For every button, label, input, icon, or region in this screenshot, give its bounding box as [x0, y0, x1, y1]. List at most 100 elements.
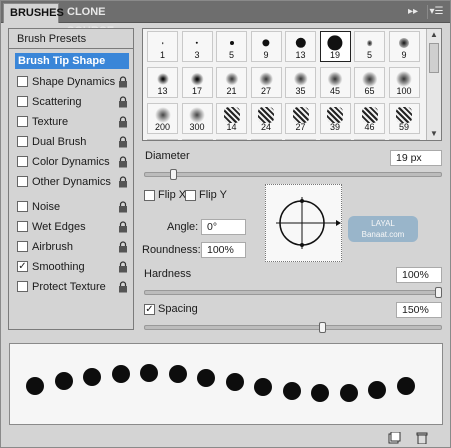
brush-tip-cell[interactable]: 65 — [354, 67, 385, 98]
brush-tip-thumbnail — [224, 72, 239, 86]
brush-tip-cell[interactable] — [388, 139, 420, 140]
lock-icon[interactable] — [118, 281, 128, 293]
brush-tip-cell[interactable] — [181, 139, 213, 140]
brush-tip-cell[interactable]: 19 — [319, 31, 351, 62]
option-checkbox[interactable] — [17, 96, 28, 107]
brush-tip-cell[interactable]: 27 — [250, 67, 282, 98]
brush-tip-cell[interactable]: 9 — [388, 31, 420, 62]
brush-tip-cell[interactable] — [147, 139, 178, 140]
watermark-line1: LAYAL — [371, 219, 395, 228]
option-other-dynamics[interactable]: Other Dynamics — [15, 173, 131, 191]
scroll-down-icon[interactable]: ▼ — [427, 128, 441, 140]
option-shape-dynamics[interactable]: Shape Dynamics — [15, 73, 131, 91]
brush-tip-cell[interactable]: 13 — [147, 67, 178, 98]
option-checkbox[interactable] — [17, 136, 28, 147]
flip-y-checkbox[interactable] — [185, 190, 196, 201]
brush-tip-thumbnail — [154, 107, 171, 123]
angle-field[interactable]: 0° — [201, 219, 246, 235]
brush-tip-cell[interactable]: 100 — [388, 67, 420, 98]
brush-tip-cell[interactable]: 9 — [250, 31, 282, 62]
grid-scrollbar[interactable]: ▲ ▼ — [426, 29, 441, 140]
spacing-checkbox[interactable]: ✓ — [144, 304, 155, 315]
spacing-slider-track[interactable] — [144, 325, 442, 330]
option-checkbox[interactable] — [17, 221, 28, 232]
brush-tip-cell[interactable]: 39 — [319, 103, 351, 134]
hardness-slider-knob[interactable] — [435, 287, 442, 298]
option-checkbox[interactable] — [17, 281, 28, 292]
option-smoothing[interactable]: ✓ Smoothing — [15, 258, 131, 276]
diameter-slider-knob[interactable] — [170, 169, 178, 180]
option-wet-edges[interactable]: Wet Edges — [15, 218, 131, 236]
brush-tip-cell[interactable]: 13 — [285, 31, 316, 62]
watermark-logo: LAYAL Banaat.com — [348, 216, 418, 242]
hardness-slider-track[interactable] — [144, 290, 442, 295]
brush-tip-cell[interactable]: 59 — [388, 103, 420, 134]
brush-tip-cell[interactable]: 5 — [354, 31, 385, 62]
brush-tip-cell[interactable]: 27 — [285, 103, 316, 134]
brush-tip-cell[interactable]: 24 — [250, 103, 282, 134]
brush-tip-cell[interactable]: 35 — [285, 67, 316, 98]
crosshair-circle-icon[interactable] — [266, 185, 343, 263]
option-checkbox[interactable]: ✓ — [17, 261, 28, 272]
lock-icon[interactable] — [118, 116, 128, 128]
scroll-up-icon[interactable]: ▲ — [427, 29, 441, 41]
lock-icon[interactable] — [118, 201, 128, 213]
brush-tip-cell[interactable]: 21 — [216, 67, 247, 98]
option-noise[interactable]: Noise — [15, 198, 131, 216]
brush-tip-cell[interactable]: 45 — [319, 67, 351, 98]
brush-presets-item[interactable]: Brush Presets — [9, 29, 133, 49]
brush-tip-cell[interactable]: 14 — [216, 103, 247, 134]
option-scattering[interactable]: Scattering — [15, 93, 131, 111]
brush-tip-cell[interactable]: 200 — [147, 103, 178, 134]
double-chevron-right-icon[interactable]: ▸▸ — [406, 5, 420, 19]
tab-brushes[interactable]: BRUSHES — [3, 3, 64, 23]
lock-icon[interactable] — [118, 176, 128, 188]
option-dual-brush[interactable]: Dual Brush — [15, 133, 131, 151]
brush-tip-cell[interactable]: 46 — [354, 103, 385, 134]
lock-icon[interactable] — [118, 96, 128, 108]
brush-tip-thumbnail — [293, 71, 308, 87]
lock-icon[interactable] — [118, 261, 128, 273]
brush-tip-cell[interactable] — [250, 139, 282, 140]
option-checkbox[interactable] — [17, 241, 28, 252]
brush-tip-cell[interactable]: 5 — [216, 31, 247, 62]
lock-icon[interactable] — [118, 156, 128, 168]
diameter-field[interactable]: 19 px — [390, 150, 442, 166]
option-airbrush[interactable]: Airbrush — [15, 238, 131, 256]
brush-tip-cell[interactable]: 3 — [181, 31, 213, 62]
diameter-slider-track[interactable] — [144, 172, 442, 177]
brush-tip-cell[interactable] — [216, 139, 247, 140]
option-checkbox[interactable] — [17, 76, 28, 87]
spacing-slider-knob[interactable] — [318, 322, 326, 333]
brush-tip-thumbnail — [327, 35, 343, 51]
brush-tip-cell[interactable] — [354, 139, 385, 140]
brush-tip-cell[interactable]: 1 — [147, 31, 178, 62]
option-protect-texture[interactable]: Protect Texture — [15, 278, 131, 296]
panel-menu-icon[interactable]: ▾☰ — [427, 5, 445, 19]
new-preset-icon[interactable] — [387, 432, 401, 444]
flip-x-checkbox[interactable] — [144, 190, 155, 201]
watermark-line2: Banaat.com — [361, 230, 405, 239]
option-texture[interactable]: Texture — [15, 113, 131, 131]
option-checkbox[interactable] — [17, 156, 28, 167]
brush-tip-shape-item[interactable]: Brush Tip Shape — [15, 53, 129, 69]
lock-icon[interactable] — [118, 241, 128, 253]
brush-tip-cell[interactable] — [319, 139, 351, 140]
trash-icon[interactable] — [415, 432, 429, 444]
hardness-field[interactable]: 100% — [396, 267, 442, 283]
option-color-dynamics[interactable]: Color Dynamics — [15, 153, 131, 171]
option-checkbox[interactable] — [17, 116, 28, 127]
brush-tip-cell[interactable] — [285, 139, 316, 140]
brush-tip-cell[interactable]: 300 — [181, 103, 213, 134]
roundness-field[interactable]: 100% — [201, 242, 246, 258]
brush-tip-cell[interactable]: 17 — [181, 67, 213, 98]
option-checkbox[interactable] — [17, 201, 28, 212]
tab-clone-source[interactable]: CLONE SOURCE — [61, 3, 147, 37]
scroll-thumb[interactable] — [429, 43, 439, 73]
spacing-field[interactable]: 150% — [396, 302, 442, 318]
option-checkbox[interactable] — [17, 176, 28, 187]
lock-icon[interactable] — [118, 221, 128, 233]
lock-icon[interactable] — [118, 136, 128, 148]
angle-roundness-widget[interactable] — [265, 184, 342, 262]
lock-icon[interactable] — [118, 76, 128, 88]
